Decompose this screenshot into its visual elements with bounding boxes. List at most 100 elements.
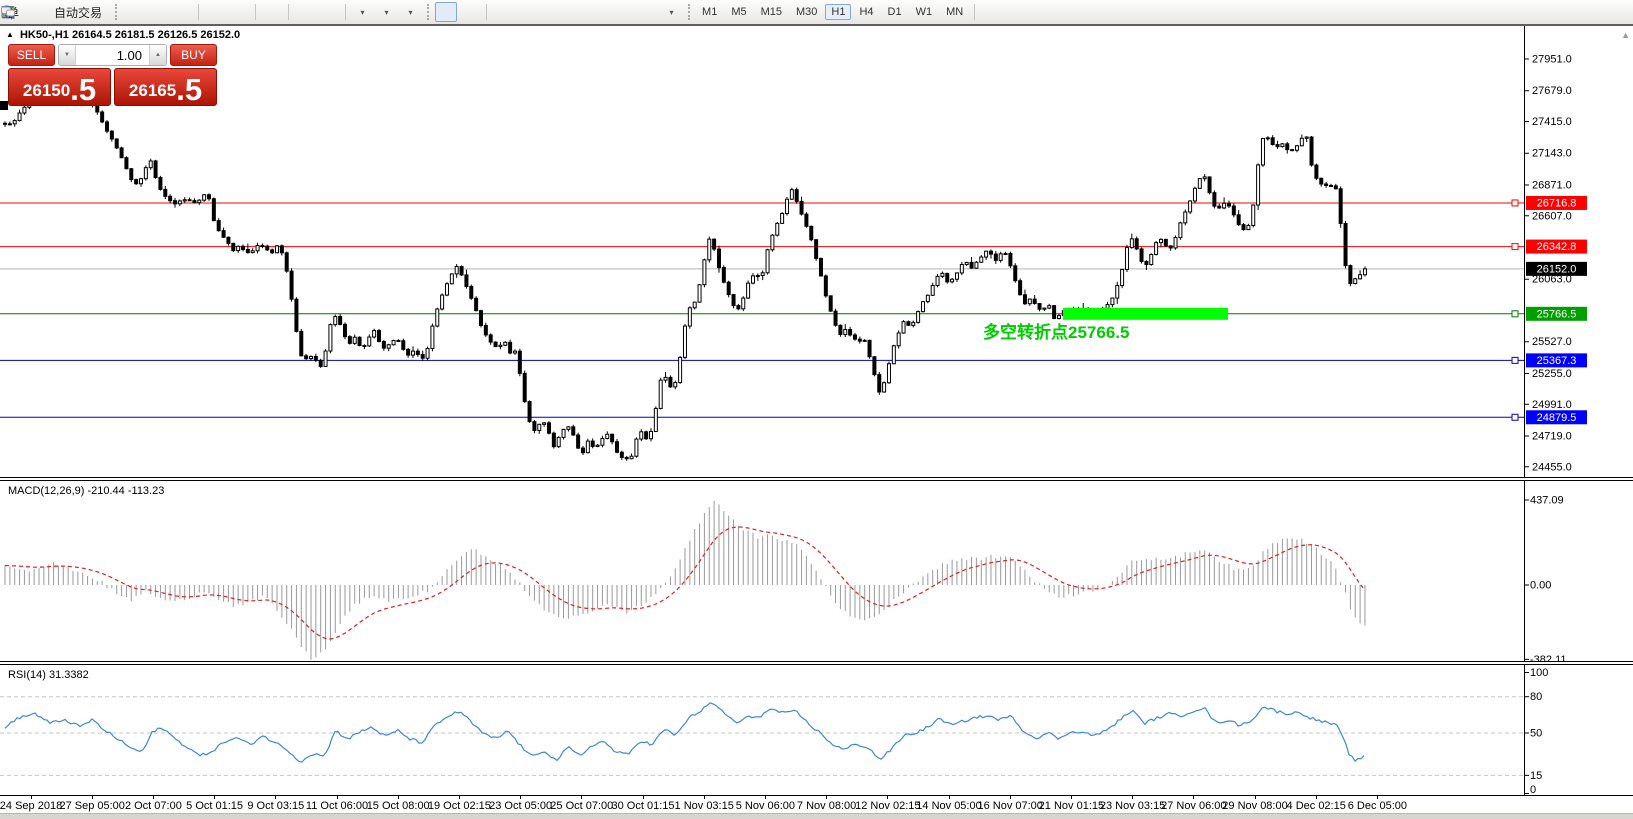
bar-chart-button[interactable] [4, 2, 145, 22]
date-tick [1254, 796, 1256, 799]
cursor-tool-button[interactable] [5, 2, 458, 22]
notes-button[interactable] [1, 2, 45, 22]
date-tick [1009, 796, 1011, 799]
price-tick-label: 24719.0 [1532, 430, 1572, 442]
date-label: 5 Oct 01:15 [186, 800, 244, 812]
toolbar-separator [974, 4, 976, 20]
timeframe-MN[interactable]: MN [940, 4, 969, 20]
auto-scroll-button[interactable] [2, 2, 316, 22]
symbol-name: HK50-,H1 [19, 29, 69, 41]
rsi-tick-label: 15 [1530, 770, 1542, 782]
highlight-bar[interactable] [1063, 307, 1228, 320]
buy-button[interactable]: BUY [170, 44, 217, 66]
date-axis[interactable]: 24 Sep 2018 27 Sep 05:00 2 Oct 07:00 5 Oct … [0, 795, 1633, 813]
window-divider[interactable] [0, 661, 1633, 665]
rsi-tick-label: 0 [1530, 784, 1536, 795]
toolbar-separator [255, 4, 257, 20]
svg-text:26342.8: 26342.8 [1537, 241, 1577, 253]
macd-tick-label: 437.09 [1530, 494, 1564, 506]
level-line-handle[interactable] [1511, 413, 1519, 421]
periods-button[interactable]: ▾ [1, 2, 397, 22]
macd-panel-canvas[interactable]: 437.09 0.00 -382.11 [0, 481, 1633, 661]
svg-text:25367.3: 25367.3 [1537, 355, 1577, 367]
autotrade-button[interactable]: 自动交易 [2, 2, 109, 22]
horizontal-line-tool-button[interactable] [2, 2, 538, 22]
toolbar-separator [288, 4, 290, 20]
volume-value[interactable]: 1.00 [76, 45, 149, 65]
date-label: 30 Oct 01:15 [611, 800, 675, 812]
autotrade-label: 自动交易 [54, 5, 103, 20]
timeframe-H1[interactable]: H1 [825, 4, 852, 20]
timeframe-M1[interactable]: M1 [696, 4, 723, 20]
level-line-handle[interactable] [1511, 199, 1519, 207]
date-label: 14 Nov 05:00 [916, 800, 982, 812]
date-tick [826, 796, 828, 799]
date-label: 24 Sep 2018 [0, 800, 63, 812]
comments-button[interactable] [1, 2, 1622, 22]
text-tool-button[interactable]: A [4, 2, 634, 22]
channel-tool-button[interactable]: E [1, 2, 586, 22]
toolbar-grip [688, 4, 691, 20]
date-label: 4 Dec 02:15 [1286, 800, 1346, 812]
date-label: 27 Nov 06:00 [1161, 800, 1227, 812]
level-line-handle[interactable] [1511, 310, 1519, 318]
price-chart-canvas[interactable]: 27951.0 27679.0 27415.0 27143.0 26871.0 26607… [0, 26, 1633, 477]
price-tick-label: 25255.0 [1532, 368, 1572, 380]
chart-shift-button[interactable] [2, 2, 340, 22]
sell-price-display[interactable]: 26150 .5 [8, 68, 111, 106]
level-line-handle[interactable] [1511, 243, 1519, 251]
volume-down-button[interactable]: ▼ [59, 45, 76, 65]
date-label: 12 Nov 02:15 [855, 800, 921, 812]
chevron-down-icon: ▾ [408, 7, 413, 17]
date-tick [152, 796, 154, 799]
date-label: 11 Oct 06:00 [305, 800, 369, 812]
timeframe-W1[interactable]: W1 [910, 4, 939, 20]
templates-button[interactable]: ▾ [1, 2, 421, 22]
ohlc-values: 26164.5 26181.5 26126.5 26152.0 [71, 29, 241, 41]
rsi-tick-label: 50 [1530, 728, 1542, 740]
date-tick [581, 796, 583, 799]
fibonacci-tool-button[interactable]: F [2, 2, 610, 22]
timeframe-D1[interactable]: D1 [882, 4, 908, 20]
level-line-handle[interactable] [1511, 356, 1519, 364]
buy-price-int: 26165 [128, 81, 177, 100]
timeframe-M5[interactable]: M5 [725, 4, 752, 20]
search-button[interactable] [1, 2, 1598, 22]
arrows-tool-button[interactable]: ▾ [2, 2, 682, 22]
zoom-out-button[interactable] [1, 2, 250, 22]
label-tool-button[interactable]: T [2, 2, 658, 22]
toolbar-grip [115, 4, 118, 20]
scroll-up-icon[interactable]: ▲ [1621, 30, 1630, 40]
toolbar: 单 自动交易 ▾ ▾ ▾ E F A T ▾ M1M5M15M [0, 0, 1633, 26]
macd-values: -210.44 -113.23 [87, 485, 165, 497]
zoom-in-button[interactable] [1, 2, 226, 22]
line-chart-button[interactable] [1, 2, 193, 22]
timeframe-M30[interactable]: M30 [790, 4, 823, 20]
macd-histogram [4, 500, 1366, 660]
macd-tick-label: 0.00 [1530, 580, 1551, 592]
candlestick-chart-button[interactable] [3, 2, 169, 22]
price-tick-label: 25527.0 [1532, 336, 1572, 348]
trendline-tool-button[interactable] [2, 2, 562, 22]
rsi-panel-canvas[interactable]: 100 80 50 15 0 [0, 665, 1633, 795]
candles-layer [3, 84, 1367, 461]
tile-windows-button[interactable] [2, 2, 283, 22]
date-label: 23 Oct 05:00 [489, 800, 553, 812]
timeframe-H4[interactable]: H4 [853, 4, 879, 20]
sell-button[interactable]: SELL [8, 44, 55, 66]
vertical-line-tool-button[interactable] [7, 2, 514, 22]
buy-price-display[interactable]: 26165 .5 [114, 68, 217, 106]
window-divider[interactable] [0, 477, 1633, 481]
volume-up-button[interactable]: ▲ [149, 45, 166, 65]
date-label: 2 Oct 07:00 [124, 800, 182, 812]
svg-text:26716.8: 26716.8 [1537, 197, 1577, 209]
collapse-icon[interactable]: ▲ [6, 30, 14, 39]
crosshair-tool-button[interactable] [2, 2, 481, 22]
date-label: 9 Oct 03:15 [247, 800, 305, 812]
chevron-down-icon: ▾ [384, 7, 389, 17]
one-click-trade-panel: SELL ▼ 1.00 ▲ BUY 26150 .5 26165 .5 [8, 44, 217, 106]
date-label: 1 Nov 03:15 [674, 800, 734, 812]
annotation-text[interactable]: 多空转折点25766.5 [983, 322, 1129, 342]
timeframe-M15[interactable]: M15 [755, 4, 788, 20]
indicators-button[interactable]: ▾ [1, 2, 373, 22]
